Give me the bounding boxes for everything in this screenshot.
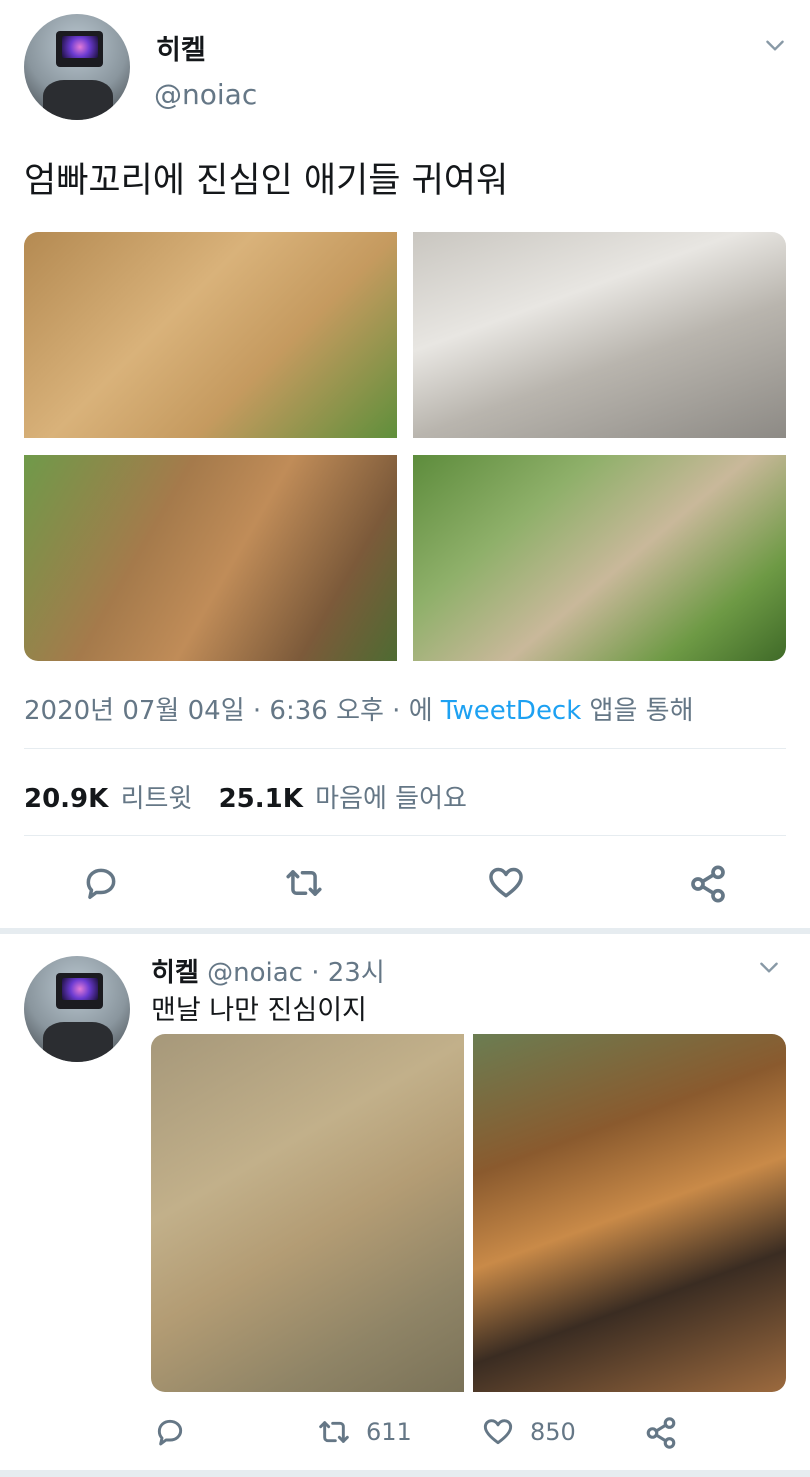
avatar-tv-head xyxy=(55,30,104,67)
reply-like-count[interactable]: 850 xyxy=(530,1418,576,1446)
tweet-stats: 20.9K 리트윗 25.1K 마음에 들어요 xyxy=(24,778,467,815)
like-count[interactable]: 25.1K xyxy=(219,784,303,814)
retweet-icon[interactable] xyxy=(283,864,325,902)
like-label[interactable]: 마음에 들어요 xyxy=(315,784,467,814)
photo-snow-leopard-cub[interactable] xyxy=(413,232,786,438)
reply-icon[interactable] xyxy=(82,864,120,902)
avatar-body xyxy=(43,79,114,120)
chevron-down-icon[interactable] xyxy=(762,32,788,58)
bottom-border xyxy=(0,1470,810,1477)
divider xyxy=(24,835,786,836)
heart-icon[interactable] xyxy=(486,864,526,902)
share-icon[interactable] xyxy=(644,1416,678,1450)
share-icon[interactable] xyxy=(688,864,728,904)
section-divider xyxy=(0,928,810,934)
chevron-down-icon[interactable] xyxy=(756,954,782,980)
avatar-tv-head xyxy=(55,972,104,1009)
reply-icon[interactable] xyxy=(154,1416,186,1448)
avatar[interactable] xyxy=(24,14,130,120)
retweet-label[interactable]: 리트윗 xyxy=(121,784,193,814)
tweet-timestamp: 2020년 07월 04일 · 6:36 오후 · 에 TweetDeck 앱을… xyxy=(24,690,694,727)
photo-lioness-cub[interactable] xyxy=(151,1034,464,1392)
retweet-count[interactable]: 20.9K xyxy=(24,784,108,814)
timestamp-prefix: 2020년 07월 04일 · 6:36 오후 · 에 xyxy=(24,696,441,726)
divider xyxy=(24,748,786,749)
tweet-text: 엄빠꼬리에 진심인 애기들 귀여워 xyxy=(24,161,509,201)
timestamp-suffix: 앱을 통해 xyxy=(581,696,694,726)
client-link[interactable]: TweetDeck xyxy=(441,696,581,726)
retweet-icon[interactable] xyxy=(316,1416,352,1448)
heart-icon[interactable] xyxy=(481,1416,515,1448)
photo-lion-cub-tail[interactable] xyxy=(24,232,397,438)
reply-avatar[interactable] xyxy=(24,956,130,1062)
photo-lion-cub[interactable] xyxy=(473,1034,786,1392)
reply-text: 맨날 나만 진심이지 xyxy=(151,995,367,1026)
photo-fox-cub-tail[interactable] xyxy=(24,455,397,661)
reply-header: 히켈 @noiac · 23시 xyxy=(151,952,385,989)
handle[interactable]: @noiac xyxy=(154,78,257,111)
display-name[interactable]: 히켈 xyxy=(156,28,206,67)
reply-display-name[interactable]: 히켈 xyxy=(151,958,199,988)
avatar-body xyxy=(43,1021,114,1062)
photo-leopard-cub-tail[interactable] xyxy=(413,455,786,661)
reply-retweet-count[interactable]: 611 xyxy=(366,1418,412,1446)
reply-handle-time[interactable]: @noiac · 23시 xyxy=(207,958,385,988)
